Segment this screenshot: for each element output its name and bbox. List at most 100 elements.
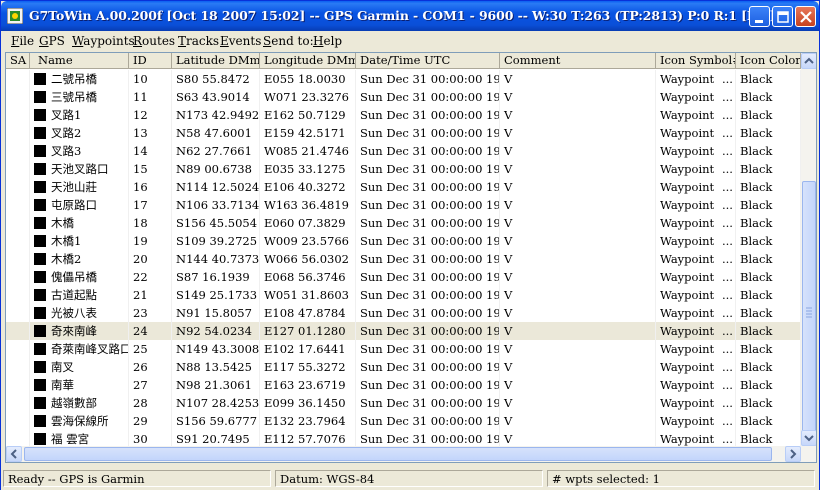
cell-id[interactable]: 21 <box>129 286 172 304</box>
menu-waypoints[interactable]: Waypoints <box>72 34 135 48</box>
cell-datetime[interactable]: Sun Dec 31 00:00:00 1989 <box>356 214 500 232</box>
table-row[interactable]: 雲海保線所 29 S156 59.6777 E132 23.7964 Sun Dec 3… <box>6 412 801 430</box>
horizontal-scrollbar[interactable] <box>6 446 801 462</box>
cell-sa[interactable] <box>6 340 30 358</box>
symbol-picker-dots[interactable]: ... <box>722 88 733 106</box>
cell-longitude[interactable]: W051 31.8603 <box>260 286 356 304</box>
cell-latitude[interactable]: S156 59.6777 <box>172 412 260 430</box>
cell-icon-color[interactable]: Black <box>736 358 801 376</box>
symbol-picker-dots[interactable]: ... <box>722 106 733 124</box>
cell-comment[interactable]: V <box>500 88 656 106</box>
cell-comment[interactable]: V <box>500 340 656 358</box>
table-row[interactable]: 木橋1 19 S109 39.2725 W009 23.5766 Sun Dec 31 … <box>6 232 801 250</box>
cell-datetime[interactable]: Sun Dec 31 00:00:00 1989 <box>356 124 500 142</box>
symbol-picker-dots[interactable]: ... <box>722 394 733 412</box>
cell-icon-color[interactable]: Black <box>736 160 801 178</box>
cell-icon-color[interactable]: Black <box>736 106 801 124</box>
cell-datetime[interactable]: Sun Dec 31 00:00:00 1989 <box>356 322 500 340</box>
cell-datetime[interactable]: Sun Dec 31 00:00:00 1989 <box>356 358 500 376</box>
cell-id[interactable]: 12 <box>129 106 172 124</box>
cell-id[interactable]: 11 <box>129 88 172 106</box>
symbol-picker-dots[interactable]: ... <box>722 412 733 430</box>
table-row[interactable]: 二號吊橋 10 S80 55.8472 E055 18.0030 Sun Dec 31 … <box>6 70 801 88</box>
cell-longitude[interactable]: E127 01.1280 <box>260 322 356 340</box>
symbol-picker-dots[interactable]: ... <box>722 70 733 88</box>
vertical-scrollbar[interactable] <box>801 53 816 462</box>
cell-id[interactable]: 15 <box>129 160 172 178</box>
cell-latitude[interactable]: N91 15.8057 <box>172 304 260 322</box>
cell-icon-symbol[interactable]: Waypoint... <box>656 196 736 214</box>
cell-datetime[interactable]: Sun Dec 31 00:00:00 1989 <box>356 196 500 214</box>
cell-longitude[interactable]: W085 21.4746 <box>260 142 356 160</box>
table-row[interactable]: 傀儡吊橋 22 S87 16.1939 E068 56.3746 Sun Dec 31 … <box>6 268 801 286</box>
symbol-picker-dots[interactable]: ... <box>722 178 733 196</box>
table-row[interactable]: 天池山莊 16 N114 12.5024 E106 40.3272 Sun Dec 31… <box>6 178 801 196</box>
cell-icon-symbol[interactable]: Waypoint... <box>656 124 736 142</box>
cell-id[interactable]: 16 <box>129 178 172 196</box>
cell-longitude[interactable]: E163 23.6719 <box>260 376 356 394</box>
cell-icon-color[interactable]: Black <box>736 178 801 196</box>
cell-sa[interactable] <box>6 304 30 322</box>
cell-id[interactable]: 22 <box>129 268 172 286</box>
symbol-picker-dots[interactable]: ... <box>722 250 733 268</box>
cell-icon-color[interactable]: Black <box>736 124 801 142</box>
cell-id[interactable]: 14 <box>129 142 172 160</box>
cell-id[interactable]: 23 <box>129 304 172 322</box>
col-comment[interactable]: Comment <box>500 53 656 69</box>
cell-comment[interactable]: V <box>500 304 656 322</box>
cell-icon-symbol[interactable]: Waypoint... <box>656 376 736 394</box>
minimize-button[interactable] <box>749 6 770 27</box>
menu-send-to[interactable]: Send to: <box>263 34 314 48</box>
cell-datetime[interactable]: Sun Dec 31 00:00:00 1989 <box>356 106 500 124</box>
cell-icon-color[interactable]: Black <box>736 286 801 304</box>
cell-comment[interactable]: V <box>500 106 656 124</box>
cell-latitude[interactable]: N106 33.7134 <box>172 196 260 214</box>
cell-icon-symbol[interactable]: Waypoint... <box>656 268 736 286</box>
cell-icon-symbol[interactable]: Waypoint... <box>656 250 736 268</box>
cell-icon-color[interactable]: Black <box>736 394 801 412</box>
cell-latitude[interactable]: S87 16.1939 <box>172 268 260 286</box>
col-longitude[interactable]: Longitude DMm <box>260 53 356 69</box>
cell-sa[interactable] <box>6 196 30 214</box>
close-button[interactable] <box>795 6 816 27</box>
cell-comment[interactable]: V <box>500 358 656 376</box>
cell-datetime[interactable]: Sun Dec 31 00:00:00 1989 <box>356 340 500 358</box>
cell-comment[interactable]: V <box>500 376 656 394</box>
cell-latitude[interactable]: S149 25.1733 <box>172 286 260 304</box>
symbol-picker-dots[interactable]: ... <box>722 124 733 142</box>
table-row[interactable]: 叉路3 14 N62 27.7661 W085 21.4746 Sun Dec 31 0… <box>6 142 801 160</box>
cell-icon-symbol[interactable]: Waypoint... <box>656 70 736 88</box>
cell-longitude[interactable]: E162 50.7129 <box>260 106 356 124</box>
cell-longitude[interactable]: E060 07.3829 <box>260 214 356 232</box>
symbol-picker-dots[interactable]: ... <box>722 268 733 286</box>
cell-id[interactable]: 26 <box>129 358 172 376</box>
cell-id[interactable]: 27 <box>129 376 172 394</box>
symbol-picker-dots[interactable]: ... <box>722 232 733 250</box>
cell-sa[interactable] <box>6 178 30 196</box>
cell-latitude[interactable]: N149 43.3008 <box>172 340 260 358</box>
cell-datetime[interactable]: Sun Dec 31 00:00:00 1989 <box>356 88 500 106</box>
cell-comment[interactable]: V <box>500 214 656 232</box>
table-row[interactable]: 叉路2 13 N58 47.6001 E159 42.5171 Sun Dec 31 0… <box>6 124 801 142</box>
symbol-picker-dots[interactable]: ... <box>722 142 733 160</box>
cell-id[interactable]: 13 <box>129 124 172 142</box>
cell-sa[interactable] <box>6 358 30 376</box>
cell-latitude[interactable]: N88 13.5425 <box>172 358 260 376</box>
cell-latitude[interactable]: N62 27.7661 <box>172 142 260 160</box>
cell-sa[interactable] <box>6 412 30 430</box>
table-row[interactable]: 越嶺數部 28 N107 28.4253 E099 36.1450 Sun Dec 31… <box>6 394 801 412</box>
symbol-picker-dots[interactable]: ... <box>722 304 733 322</box>
table-row[interactable]: 光被八表 23 N91 15.8057 E108 47.8784 Sun Dec 31 … <box>6 304 801 322</box>
cell-icon-color[interactable]: Black <box>736 88 801 106</box>
cell-icon-color[interactable]: Black <box>736 376 801 394</box>
cell-datetime[interactable]: Sun Dec 31 00:00:00 1989 <box>356 250 500 268</box>
cell-comment[interactable]: V <box>500 196 656 214</box>
cell-datetime[interactable]: Sun Dec 31 00:00:00 1989 <box>356 142 500 160</box>
cell-id[interactable]: 24 <box>129 322 172 340</box>
cell-icon-symbol[interactable]: Waypoint... <box>656 286 736 304</box>
cell-id[interactable]: 10 <box>129 70 172 88</box>
symbol-picker-dots[interactable]: ... <box>722 214 733 232</box>
cell-icon-color[interactable]: Black <box>736 250 801 268</box>
cell-longitude[interactable]: W071 23.3276 <box>260 88 356 106</box>
menu-gps[interactable]: GPS <box>39 34 65 48</box>
